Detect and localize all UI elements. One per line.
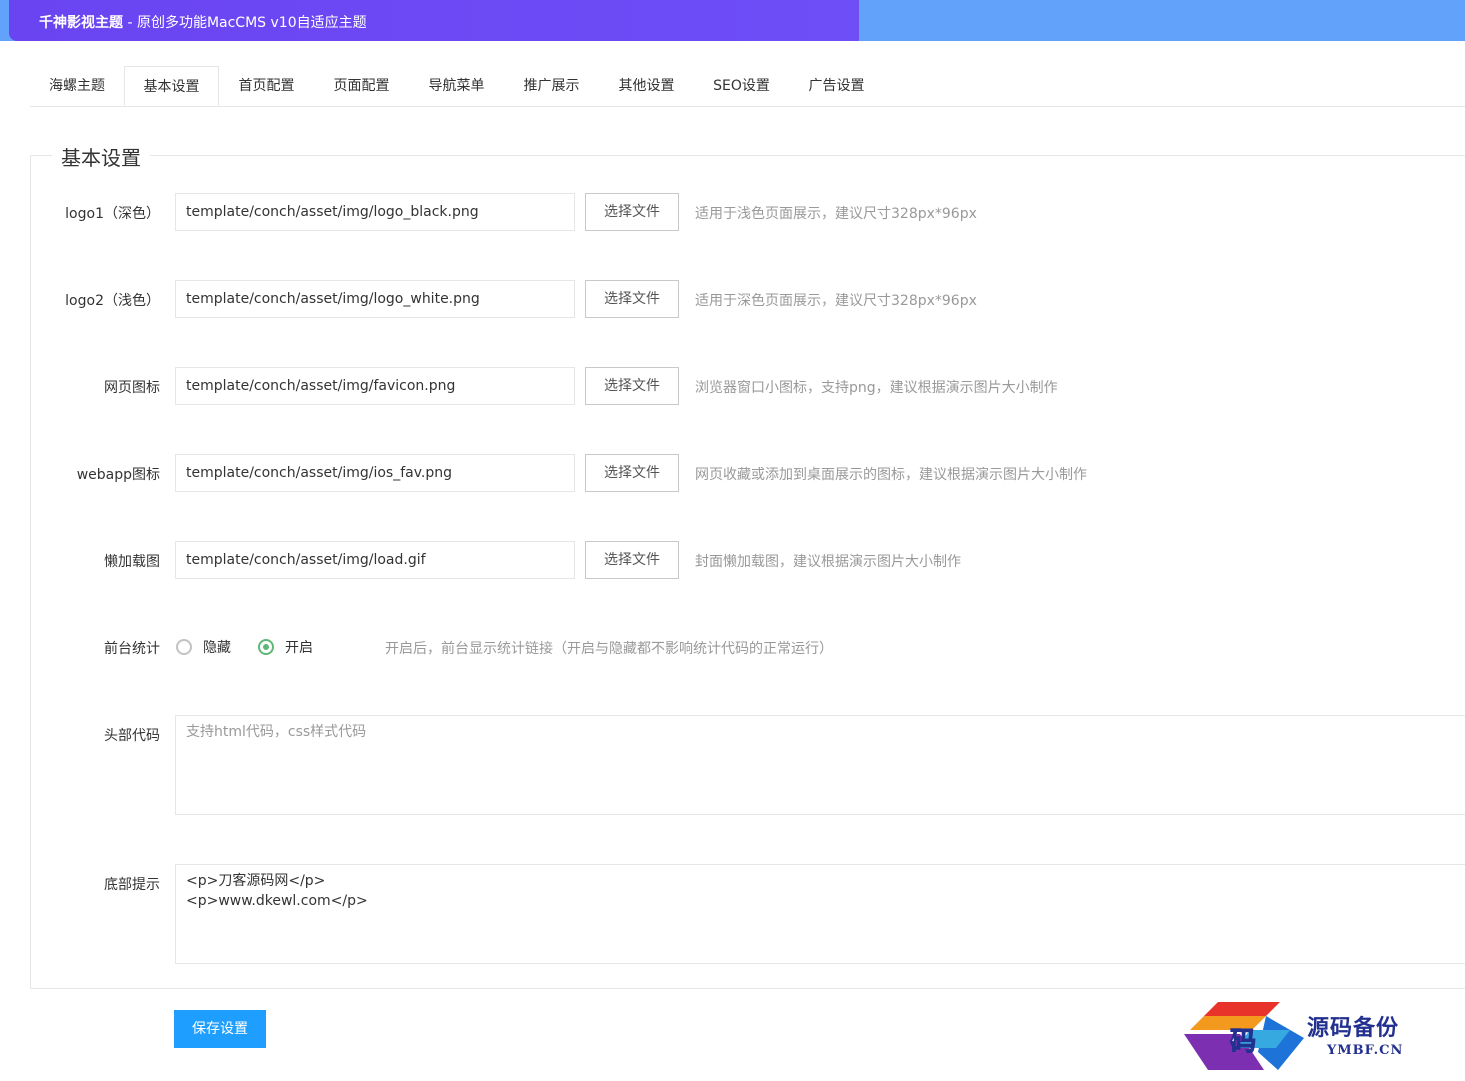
page-header-title: 千神影视主题 - 原创多功能MacCMS v10自适应主题 xyxy=(39,12,367,32)
footer-hint-label: 底部提示 xyxy=(104,877,160,893)
tab-basic-settings[interactable]: 基本设置 xyxy=(124,66,219,106)
webapp-choose-file-button[interactable]: 选择文件 xyxy=(585,454,679,492)
lazyload-label: 懒加载图 xyxy=(104,554,160,570)
logo1-label: logo1（深色） xyxy=(65,206,160,222)
radio-checked-icon xyxy=(258,639,274,655)
tab-ad-settings[interactable]: 广告设置 xyxy=(789,66,884,106)
footer-code-line: <p>刀客源码网</p> xyxy=(186,873,326,889)
favicon-label: 网页图标 xyxy=(104,380,160,396)
lazyload-hint: 封面懒加载图，建议根据演示图片大小制作 xyxy=(695,554,961,570)
logo1-choose-file-button[interactable]: 选择文件 xyxy=(585,193,679,231)
save-settings-button[interactable]: 保存设置 xyxy=(174,1010,266,1048)
top-bar: 千神影视主题 - 原创多功能MacCMS v10自适应主题 xyxy=(0,0,1465,41)
stats-radio-on-label: 开启 xyxy=(285,640,313,656)
logo2-input[interactable]: template/conch/asset/img/logo_white.png xyxy=(175,280,575,318)
logo1-hint: 适用于浅色页面展示，建议尺寸328px*96px xyxy=(695,206,977,222)
radio-unchecked-icon xyxy=(176,639,192,655)
logo1-input[interactable]: template/conch/asset/img/logo_black.png xyxy=(175,193,575,231)
watermark-text: 源码备份 xyxy=(1307,1015,1400,1041)
webapp-icon-label: webapp图标 xyxy=(76,467,160,483)
watermark-logo-char: 码 xyxy=(1230,1027,1256,1057)
footer-code-line: <p>www.dkewl.com</p> xyxy=(186,893,368,909)
settings-tabs: 海螺主题 基本设置 首页配置 页面配置 导航菜单 推广展示 其他设置 SEO设置… xyxy=(30,66,1465,107)
theme-subtitle: - 原创多功能MacCMS v10自适应主题 xyxy=(123,15,367,31)
section-legend: 基本设置 xyxy=(52,142,150,171)
favicon-input[interactable]: template/conch/asset/img/favicon.png xyxy=(175,367,575,405)
tab-nav-menu[interactable]: 导航菜单 xyxy=(409,66,504,106)
favicon-choose-file-button[interactable]: 选择文件 xyxy=(585,367,679,405)
tab-seo-settings[interactable]: SEO设置 xyxy=(694,66,789,106)
stats-hint: 开启后，前台显示统计链接（开启与隐藏都不影响统计代码的正常运行） xyxy=(385,641,833,657)
watermark-subtext: YMBF.CN xyxy=(1327,1043,1404,1058)
stats-radio-hide[interactable]: 隐藏 xyxy=(176,637,231,657)
favicon-hint: 浏览器窗口小图标，支持png，建议根据演示图片大小制作 xyxy=(695,380,1058,396)
theme-name: 千神影视主题 xyxy=(39,15,123,31)
head-code-placeholder: 支持html代码，css样式代码 xyxy=(186,724,367,740)
stats-radio-hide-label: 隐藏 xyxy=(203,640,231,656)
footer-hint-textarea[interactable]: <p>刀客源码网</p> <p>www.dkewl.com</p> xyxy=(175,864,1465,964)
logo2-hint: 适用于深色页面展示，建议尺寸328px*96px xyxy=(695,293,977,309)
tab-page-config[interactable]: 页面配置 xyxy=(314,66,409,106)
head-code-textarea[interactable]: 支持html代码，css样式代码 xyxy=(175,715,1465,815)
head-code-label: 头部代码 xyxy=(104,728,160,744)
logo2-label: logo2（浅色） xyxy=(65,293,160,309)
webapp-icon-hint: 网页收藏或添加到桌面展示的图标，建议根据演示图片大小制作 xyxy=(695,467,1087,483)
tab-conch-theme[interactable]: 海螺主题 xyxy=(30,66,124,106)
tab-other-settings[interactable]: 其他设置 xyxy=(599,66,694,106)
tab-promotion[interactable]: 推广展示 xyxy=(504,66,599,106)
lazyload-input[interactable]: template/conch/asset/img/load.gif xyxy=(175,541,575,579)
stats-radio-on[interactable]: 开启 xyxy=(258,637,313,657)
lazyload-choose-file-button[interactable]: 选择文件 xyxy=(585,541,679,579)
stats-label: 前台统计 xyxy=(104,641,160,657)
webapp-icon-input[interactable]: template/conch/asset/img/ios_fav.png xyxy=(175,454,575,492)
logo2-choose-file-button[interactable]: 选择文件 xyxy=(585,280,679,318)
tab-home-config[interactable]: 首页配置 xyxy=(219,66,314,106)
